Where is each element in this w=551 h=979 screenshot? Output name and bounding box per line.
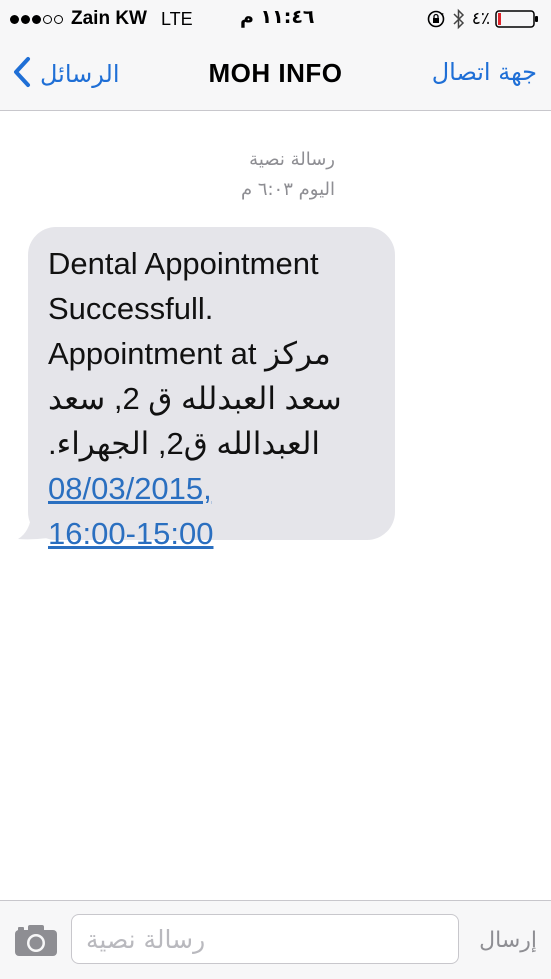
send-button[interactable]: إرسال <box>479 928 537 953</box>
status-left: Zain KW LTE <box>10 7 193 31</box>
battery-icon <box>495 9 539 29</box>
message-line: Appointment at مركز <box>48 336 331 371</box>
message-line: Dental Appointment <box>48 246 319 281</box>
carrier-name: Zain KW <box>71 8 147 29</box>
camera-button[interactable] <box>14 923 58 961</box>
message-meta: رسالة نصية اليوم ٦:٠٣ م <box>170 145 335 205</box>
signal-dot <box>10 14 19 24</box>
input-bar: إرسال <box>0 900 551 979</box>
rotation-lock-icon <box>426 9 446 29</box>
message-type-label: رسالة نصية <box>249 149 335 170</box>
status-time: ١١:٤٦ م <box>240 6 315 28</box>
message-line: العبدالله ق2, الجهراء. <box>48 426 320 461</box>
message-timestamp: اليوم ٦:٠٣ م <box>240 179 335 200</box>
message-line: سعد العبدلله ق 2, سعد <box>48 381 342 416</box>
signal-dot <box>32 14 41 24</box>
contact-button[interactable]: جهة اتصال <box>432 58 537 86</box>
signal-strength-icon <box>10 14 65 24</box>
message-bubble[interactable]: Dental Appointment Successfull. Appointm… <box>28 227 395 551</box>
message-input[interactable] <box>71 914 459 964</box>
status-right: ٤٪ <box>426 7 539 31</box>
date-link[interactable]: 08/03/2015, <box>48 466 373 511</box>
signal-dot <box>54 14 63 24</box>
message-line: Successfull. <box>48 291 214 326</box>
network-type: LTE <box>161 8 193 29</box>
status-bar: Zain KW LTE ١١:٤٦ م ٤٪ <box>0 0 551 38</box>
bluetooth-icon <box>452 8 466 30</box>
battery-percent: ٤٪ <box>471 9 490 29</box>
camera-icon <box>14 925 58 961</box>
signal-dot <box>21 14 30 24</box>
message-body: Dental Appointment Successfull. Appointm… <box>48 241 373 556</box>
nav-bar: الرسائل MOH INFO جهة اتصال <box>0 38 551 111</box>
time-link[interactable]: 16:00-15:00 <box>48 511 373 556</box>
signal-dot <box>43 14 52 24</box>
